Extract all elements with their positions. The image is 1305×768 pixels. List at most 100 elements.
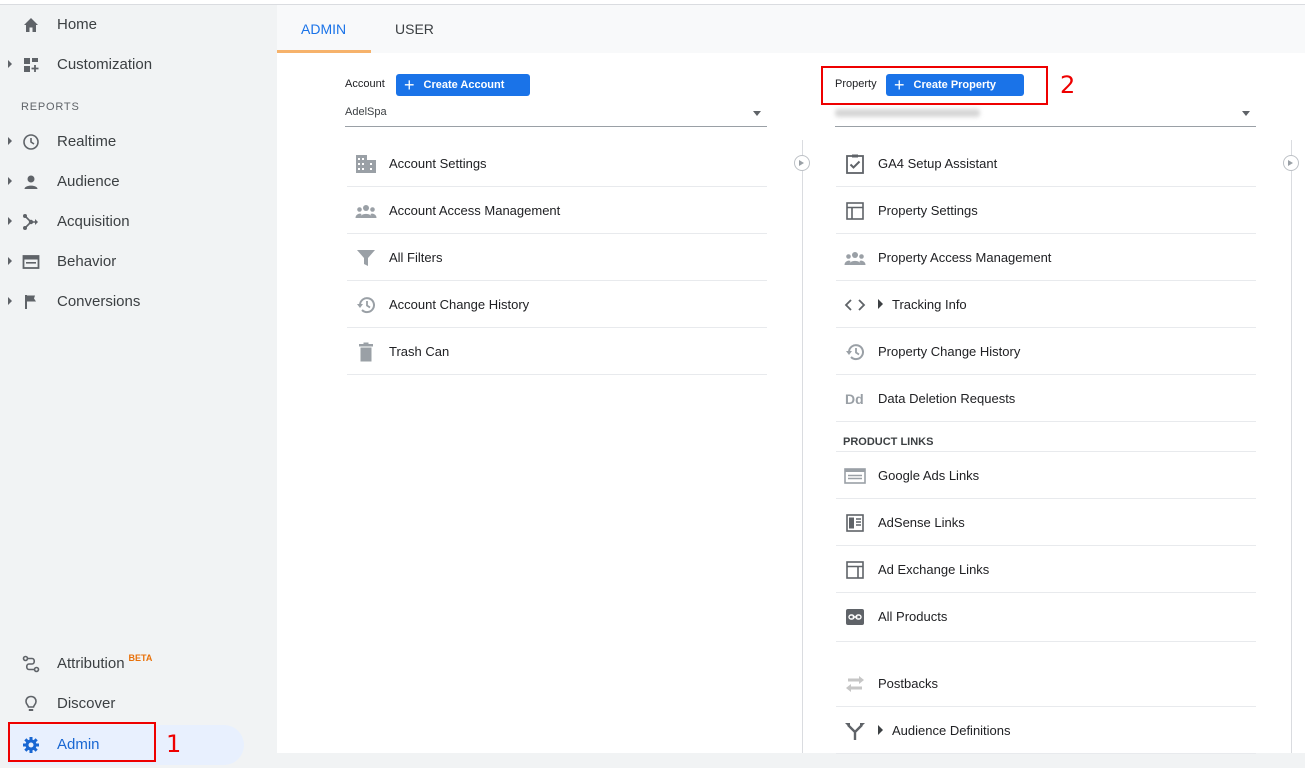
tab-bar: ADMIN USER bbox=[277, 5, 1305, 53]
create-account-label: Create Account bbox=[423, 79, 505, 91]
list-item-label: Account Settings bbox=[389, 156, 487, 171]
redacted-property-value bbox=[835, 109, 980, 117]
audience-definitions-item[interactable]: Audience Definitions bbox=[836, 707, 1256, 754]
adsense-links-item[interactable]: AdSense Links bbox=[836, 499, 1256, 546]
property-selector[interactable] bbox=[835, 103, 1256, 127]
svg-text:Dd: Dd bbox=[845, 391, 864, 407]
all-products-item[interactable]: All Products bbox=[836, 593, 1256, 642]
property-settings-list: GA4 Setup Assistant Property Settings Pr… bbox=[836, 140, 1256, 754]
account-change-history-item[interactable]: Account Change History bbox=[347, 281, 767, 328]
people-icon bbox=[844, 248, 866, 268]
tab-admin[interactable]: ADMIN bbox=[301, 21, 346, 37]
account-access-management-item[interactable]: Account Access Management bbox=[347, 187, 767, 234]
expand-triangle-icon[interactable] bbox=[878, 299, 883, 309]
account-settings-item[interactable]: Account Settings bbox=[347, 140, 767, 187]
admin-main-panel: ADMIN USER Account + Create Account AdelS… bbox=[277, 5, 1305, 754]
people-icon bbox=[355, 201, 377, 221]
expand-caret-icon[interactable] bbox=[8, 257, 12, 265]
sidebar-item-discover[interactable]: Discover bbox=[0, 684, 250, 724]
dd-icon: Dd bbox=[844, 389, 866, 409]
expand-caret-icon[interactable] bbox=[8, 217, 12, 225]
list-item-label: Postbacks bbox=[878, 676, 938, 691]
sidebar-item-realtime[interactable]: Realtime bbox=[0, 122, 250, 162]
ad-exchange-links-item[interactable]: Ad Exchange Links bbox=[836, 546, 1256, 593]
active-tab-indicator bbox=[277, 50, 371, 53]
filter-icon bbox=[355, 248, 377, 268]
list-item-label: Ad Exchange Links bbox=[878, 562, 990, 577]
arrow-right-circle-icon bbox=[1283, 155, 1299, 171]
expand-triangle-icon[interactable] bbox=[878, 725, 883, 735]
tracking-info-item[interactable]: Tracking Info bbox=[836, 281, 1256, 328]
list-item-label: Trash Can bbox=[389, 344, 450, 359]
annotation-highlight-create-property bbox=[821, 66, 1048, 105]
property-settings-item[interactable]: Property Settings bbox=[836, 187, 1256, 234]
sidebar-item-label: Acquisition bbox=[57, 213, 130, 230]
list-item-label: Account Access Management bbox=[389, 203, 561, 218]
audience-definitions-label: Audience Definitions bbox=[892, 723, 1011, 738]
data-deletion-requests-item[interactable]: Dd Data Deletion Requests bbox=[836, 375, 1256, 422]
layout-icon bbox=[844, 201, 866, 221]
dropdown-arrow-icon bbox=[753, 111, 761, 116]
sidebar-item-acquisition[interactable]: Acquisition bbox=[0, 202, 250, 242]
all-filters-item[interactable]: All Filters bbox=[347, 234, 767, 281]
property-change-history-item[interactable]: Property Change History bbox=[836, 328, 1256, 375]
sidebar-item-label: Conversions bbox=[57, 293, 141, 310]
attribution-icon bbox=[21, 654, 41, 674]
annotation-highlight-admin bbox=[8, 722, 156, 762]
expand-caret-icon[interactable] bbox=[8, 177, 12, 185]
acquisition-icon bbox=[21, 212, 41, 232]
sidebar-item-label: Realtime bbox=[57, 133, 117, 150]
list-item-label: Property Access Management bbox=[878, 250, 1052, 265]
attribution-label: Attribution bbox=[57, 655, 125, 672]
sidebar-item-conversions[interactable]: Conversions bbox=[0, 282, 250, 322]
flag-icon bbox=[21, 292, 41, 312]
plus-icon: + bbox=[404, 75, 415, 95]
lightbulb-icon bbox=[21, 694, 41, 714]
ga4-setup-assistant-item[interactable]: GA4 Setup Assistant bbox=[836, 140, 1256, 187]
sidebar-item-behavior[interactable]: Behavior bbox=[0, 242, 250, 282]
history-icon bbox=[355, 295, 377, 315]
list-item-label: Google Ads Links bbox=[878, 468, 980, 483]
adexchange-icon bbox=[844, 560, 866, 580]
reports-section-header: REPORTS bbox=[21, 101, 80, 113]
account-settings-list: Account Settings Account Access Manageme… bbox=[347, 140, 767, 375]
tracking-info-label: Tracking Info bbox=[892, 297, 967, 312]
property-access-management-item[interactable]: Property Access Management bbox=[836, 234, 1256, 281]
list-item-label: GA4 Setup Assistant bbox=[878, 156, 998, 171]
list-item-label: AdSense Links bbox=[878, 515, 965, 530]
account-selected-value: AdelSpa bbox=[345, 106, 387, 118]
expand-caret-icon[interactable] bbox=[8, 297, 12, 305]
expand-caret-icon[interactable] bbox=[8, 60, 12, 68]
postbacks-item[interactable]: Postbacks bbox=[836, 660, 1256, 707]
list-item-label: Account Change History bbox=[389, 297, 530, 312]
sidebar-item-home[interactable]: Home bbox=[0, 5, 250, 45]
list-item-label: All Products bbox=[878, 609, 948, 624]
sidebar-item-customization[interactable]: Customization bbox=[0, 45, 250, 85]
building-icon bbox=[355, 154, 377, 174]
fork-icon bbox=[844, 721, 866, 741]
dashboard-icon bbox=[21, 55, 41, 75]
sidebar-item-label: Audience bbox=[57, 173, 120, 190]
sidebar-item-audience[interactable]: Audience bbox=[0, 162, 250, 202]
sidebar-item-label: Attribution BETA bbox=[57, 653, 153, 672]
link-icon bbox=[844, 607, 866, 627]
list-item-label: Audience Definitions bbox=[878, 723, 1011, 738]
sidebar-item-label: Customization bbox=[57, 56, 153, 73]
tab-user[interactable]: USER bbox=[395, 21, 434, 37]
adsense-icon bbox=[844, 513, 866, 533]
trash-icon bbox=[355, 342, 377, 362]
sidebar-item-attribution[interactable]: Attribution BETA bbox=[0, 644, 250, 684]
expand-caret-icon[interactable] bbox=[8, 137, 12, 145]
sidebar-item-label: Behavior bbox=[57, 253, 117, 270]
column-divider bbox=[802, 140, 803, 753]
account-selector[interactable]: AdelSpa bbox=[345, 103, 767, 127]
clock-icon bbox=[21, 132, 41, 152]
google-ads-links-item[interactable]: Google Ads Links bbox=[836, 452, 1256, 499]
create-account-button[interactable]: + Create Account bbox=[396, 74, 530, 96]
home-icon bbox=[21, 15, 41, 35]
product-links-header: PRODUCT LINKS bbox=[836, 430, 1256, 452]
sidebar: Home Customization REPORTS Realtime Audi… bbox=[0, 5, 276, 768]
beta-badge: BETA bbox=[128, 653, 153, 663]
trash-can-item[interactable]: Trash Can bbox=[347, 328, 767, 375]
